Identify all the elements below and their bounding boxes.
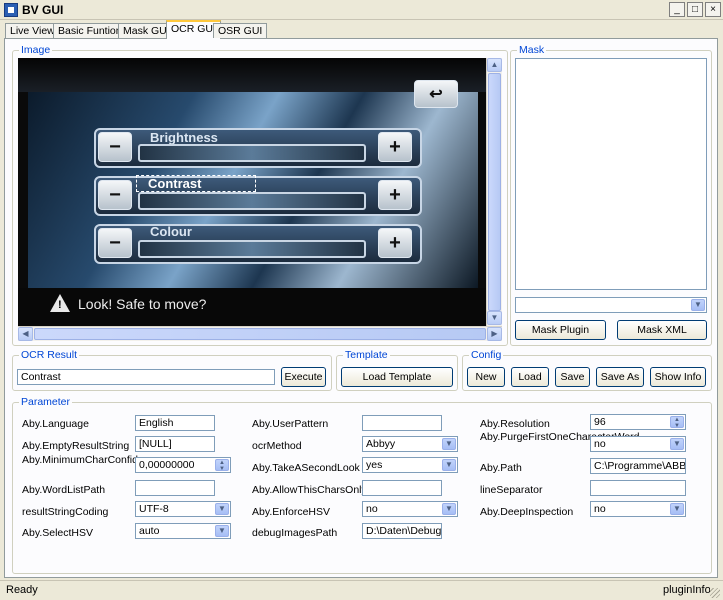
chevron-down-icon[interactable]: ▼ [215,503,229,515]
mask-group-label: Mask [517,44,547,56]
param-label: Aby.MinimumCharConfidence [22,454,161,466]
param-deep-inspection-combo[interactable]: no ▼ [590,501,686,517]
param-allow-chars-field[interactable] [362,480,442,496]
status-plugin-info: pluginInfo [663,584,711,596]
param-label: Aby.Path [480,462,522,474]
horizontal-scroll-thumb[interactable] [34,328,486,340]
brightness-plus-button[interactable]: + [378,132,412,162]
contrast-plus-button[interactable]: + [378,180,412,210]
param-resolution-spin[interactable]: 96 ▲ ▼ [590,414,686,430]
param-label: Aby.UserPattern [252,418,329,430]
status-text: Ready [6,584,38,596]
brightness-slider[interactable] [138,144,366,162]
param-take-second-look-combo[interactable]: yes ▼ [362,457,458,473]
template-group-label: Template [343,349,390,361]
chevron-down-icon[interactable]: ▼ [691,299,705,311]
param-empty-result-field[interactable]: [NULL] [135,436,215,452]
param-select-hsv-combo[interactable]: auto ▼ [135,523,231,539]
config-new-button[interactable]: New [467,367,505,387]
image-group-label: Image [19,44,53,56]
image-viewer[interactable]: ↩ − Brightness + − Contrast + − Colour +… [18,58,486,326]
title-bar [0,0,723,20]
scroll-down-arrow-icon[interactable]: ▼ [487,311,502,325]
mask-combo[interactable]: ▼ [515,297,707,313]
mask-plugin-button[interactable]: Mask Plugin [515,320,606,340]
close-button[interactable]: × [705,2,721,17]
param-label: Aby.AllowThisCharsOnly [252,484,367,496]
colour-minus-button[interactable]: − [98,228,132,258]
colour-slider[interactable] [138,240,366,258]
spin-arrows-icon[interactable]: ▲ ▼ [670,416,684,429]
chevron-down-icon[interactable]: ▼ [215,525,229,537]
execute-button[interactable]: Execute [281,367,326,387]
config-group-label: Config [469,349,504,361]
param-line-separator-field[interactable] [590,480,686,496]
image-horizontal-scrollbar[interactable]: ◀ ▶ [18,326,502,341]
param-language-field[interactable]: English [135,415,215,431]
minimize-button[interactable]: _ [669,2,685,17]
brightness-minus-button[interactable]: − [98,132,132,162]
tab-live-view[interactable]: Live View [5,23,60,38]
maximize-button[interactable]: □ [687,2,703,17]
param-debug-images-path-field[interactable]: D:\Daten\DebugIm [362,523,442,539]
scroll-right-arrow-icon[interactable]: ▶ [487,327,502,341]
image-vertical-scrollbar[interactable]: ▲ ▼ [486,58,502,326]
param-label: Aby.Language [22,418,89,430]
param-user-pattern-field[interactable] [362,415,442,431]
ocr-result-field[interactable]: Contrast [17,369,275,385]
contrast-slider[interactable] [138,192,366,210]
param-enforce-hsv-combo[interactable]: no ▼ [362,501,458,517]
param-path-field[interactable]: C:\Programme\ABB [590,458,686,474]
brightness-label: Brightness [150,130,218,145]
param-label: Aby.Resolution [480,418,550,430]
param-label: Aby.SelectHSV [22,527,94,539]
param-word-list-path-field[interactable] [135,480,215,496]
config-save-button[interactable]: Save [555,367,590,387]
param-result-string-coding-combo[interactable]: UTF-8 ▼ [135,501,231,517]
contrast-label: Contrast [148,176,202,191]
status-bar [0,580,723,600]
param-purge-first-char-combo[interactable]: no ▼ [590,436,686,452]
param-label: Aby.EmptyResultString [22,440,130,452]
load-template-button[interactable]: Load Template [341,367,453,387]
vertical-scroll-thumb[interactable] [488,73,501,311]
chevron-down-icon[interactable]: ▼ [442,459,456,471]
scroll-left-arrow-icon[interactable]: ◀ [18,327,33,341]
param-label: lineSeparator [480,484,543,496]
config-show-info-button[interactable]: Show Info [650,367,706,387]
warning-text: Look! Safe to move? [78,296,207,312]
resize-grip-icon[interactable] [710,588,720,598]
param-label: Aby.DeepInspection [480,506,574,518]
scroll-up-arrow-icon[interactable]: ▲ [487,58,502,72]
chevron-down-icon[interactable]: ▼ [442,503,456,515]
config-load-button[interactable]: Load [511,367,549,387]
window-title: BV GUI [22,3,64,17]
app-icon [4,3,18,17]
chevron-down-icon[interactable]: ▼ [442,438,456,450]
ocr-result-group-label: OCR Result [19,349,80,361]
colour-label: Colour [150,224,192,239]
back-button[interactable]: ↩ [414,80,458,108]
param-label: debugImagesPath [252,527,338,539]
tab-osr-gui[interactable]: OSR GUI [213,23,268,38]
config-save-as-button[interactable]: Save As [596,367,644,387]
parameter-group-label: Parameter [19,396,73,408]
param-ocr-method-combo[interactable]: Abbyy ▼ [362,436,458,452]
param-label: Aby.EnforceHSV [252,506,331,518]
param-label: ocrMethod [252,440,302,452]
chevron-down-icon[interactable]: ▼ [670,438,684,450]
param-min-char-confidence-spin[interactable]: 0,00000000 ▲ ▼ [135,457,231,473]
param-label: resultStringCoding [22,506,109,518]
chevron-down-icon[interactable]: ▼ [670,503,684,515]
param-label: Aby.TakeASecondLook [252,462,360,474]
param-label: Aby.PurgeFirstOneCharacterWord [480,431,640,443]
mask-xml-button[interactable]: Mask XML [617,320,707,340]
contrast-minus-button[interactable]: − [98,180,132,210]
colour-plus-button[interactable]: + [378,228,412,258]
param-label: Aby.WordListPath [22,484,106,496]
mask-list[interactable] [515,58,707,290]
spin-arrows-icon[interactable]: ▲ ▼ [215,459,229,472]
